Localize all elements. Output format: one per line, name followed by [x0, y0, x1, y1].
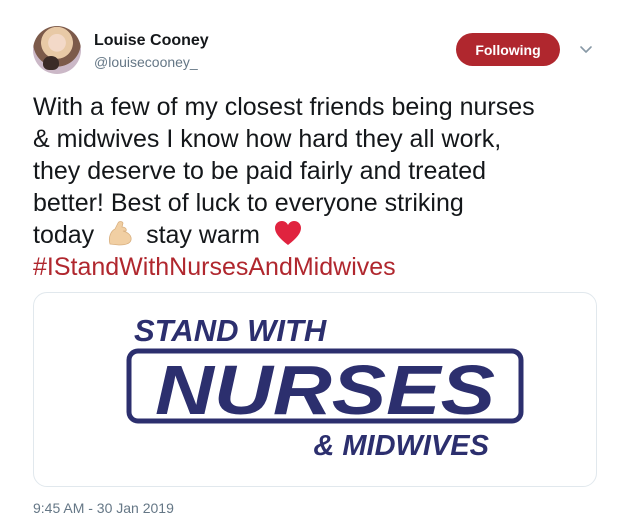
graphic-line-3: & MIDWIVES — [313, 430, 489, 462]
tweet-text-line: today stay warm — [33, 219, 603, 251]
tweet-text-stay-warm: stay warm — [146, 221, 260, 249]
following-button[interactable]: Following — [456, 33, 560, 66]
tweet-text-line: they deserve to be paid fairly and treat… — [33, 157, 487, 185]
red-heart-icon — [274, 221, 301, 245]
tweet-card: Louise Cooney @louisecooney_ Following W… — [0, 0, 630, 526]
avatar-dog-shape — [43, 56, 59, 70]
tweet-text-line: With a few of my closest friends being n… — [33, 93, 535, 121]
media-image[interactable]: STAND WITH NURSES & MIDWIVES — [33, 292, 597, 487]
author-name[interactable]: Louise Cooney — [94, 32, 209, 50]
author-handle[interactable]: @louisecooney_ — [94, 54, 198, 70]
flexed-biceps-icon — [109, 221, 132, 246]
hashtag-link[interactable]: #IStandWithNursesAndMidwives — [33, 251, 603, 283]
tweet-text-line: & midwives I know how hard they all work… — [33, 125, 502, 153]
graphic-line-1: STAND WITH — [134, 313, 327, 348]
chevron-down-icon[interactable] — [578, 41, 594, 57]
tweet-timestamp[interactable]: 9:45 AM - 30 Jan 2019 — [33, 500, 174, 516]
graphic-line-2: NURSES — [155, 351, 495, 429]
tweet-text: With a few of my closest friends being n… — [33, 91, 603, 283]
tweet-text-line: better! Best of luck to everyone strikin… — [33, 189, 464, 217]
tweet-text-today: today — [33, 221, 95, 249]
stand-with-nurses-graphic: STAND WITH NURSES & MIDWIVES — [126, 313, 524, 462]
avatar[interactable] — [33, 26, 81, 74]
